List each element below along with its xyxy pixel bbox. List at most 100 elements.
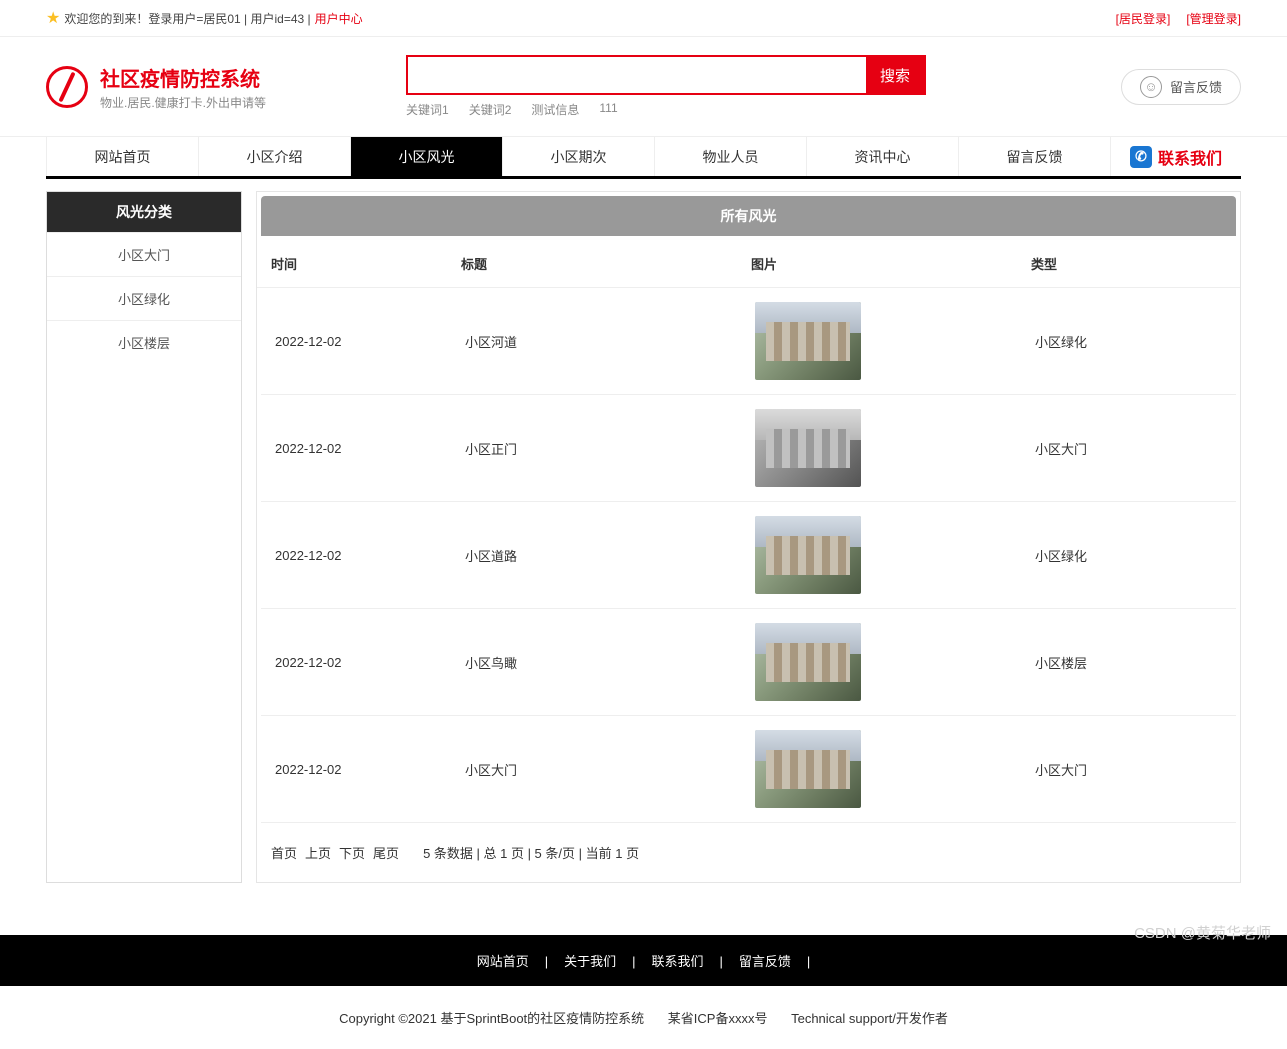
cell-type: 小区绿化 (1035, 546, 1222, 565)
cell-title[interactable]: 小区河道 (465, 332, 755, 351)
nav-item[interactable]: 小区介绍 (199, 137, 351, 176)
sidebar-item[interactable]: 小区绿化 (47, 276, 241, 320)
logo-area: 社区疫情防控系统 物业.居民.健康打卡.外出申请等 (46, 63, 406, 111)
keyword-item[interactable]: 111 (599, 101, 617, 118)
site-title: 社区疫情防控系统 (100, 63, 266, 92)
cell-image (755, 623, 1035, 701)
cell-title[interactable]: 小区道路 (465, 546, 755, 565)
sidebar-header: 风光分类 (47, 192, 241, 232)
cell-image (755, 302, 1035, 380)
page-first[interactable]: 首页 (271, 843, 297, 862)
pagination: 首页 上页 下页 尾页 5 条数据 | 总 1 页 | 5 条/页 | 当前 1… (257, 823, 1240, 862)
footer: 网站首页 | 关于我们 | 联系我们 | 留言反馈 | Copyright ©2021 基于S… (0, 935, 1287, 1049)
thumbnail-image[interactable] (755, 623, 861, 701)
logo-icon (46, 66, 88, 108)
thumbnail-image[interactable] (755, 409, 861, 487)
footer-link[interactable]: 网站首页 (477, 954, 529, 969)
nav-item[interactable]: 物业人员 (655, 137, 807, 176)
page-prev[interactable]: 上页 (305, 843, 331, 862)
page-last[interactable]: 尾页 (373, 843, 399, 862)
table-row: 2022-12-02小区河道 小区绿化 (261, 288, 1236, 395)
nav-item[interactable]: 网站首页 (46, 137, 199, 176)
footer-sep: | (537, 954, 556, 969)
keyword-item[interactable]: 关键词1 (406, 101, 449, 118)
cell-type: 小区大门 (1035, 760, 1222, 779)
nav-item[interactable]: 小区风光 (351, 137, 503, 176)
thumbnail-image[interactable] (755, 302, 861, 380)
nav-contact-label: 联系我们 (1158, 145, 1222, 169)
copyright-text: Copyright ©2021 基于SprintBoot的社区疫情防控系统 (339, 1011, 644, 1026)
content: 风光分类 小区大门小区绿化小区楼层 所有风光 时间 标题 图片 类型 2022-… (0, 179, 1287, 895)
sidebar-item[interactable]: 小区大门 (47, 232, 241, 276)
cell-type: 小区楼层 (1035, 653, 1222, 672)
footer-sep: | (799, 954, 818, 969)
cell-title[interactable]: 小区鸟瞰 (465, 653, 755, 672)
top-bar: ★ 欢迎您的到来！登录用户=居民01 | 用户id=43 | 用户中心 [居民登… (0, 0, 1287, 37)
nav-item[interactable]: 资讯中心 (807, 137, 959, 176)
main-nav: 网站首页小区介绍小区风光小区期次物业人员资讯中心留言反馈 ✆ 联系我们 (46, 137, 1241, 179)
keyword-item[interactable]: 关键词2 (469, 101, 512, 118)
search-keywords: 关键词1 关键词2 测试信息 111 (406, 101, 926, 118)
logo-text: 社区疫情防控系统 物业.居民.健康打卡.外出申请等 (100, 63, 266, 111)
cell-time: 2022-12-02 (275, 655, 465, 670)
nav-wrap: 网站首页小区介绍小区风光小区期次物业人员资讯中心留言反馈 ✆ 联系我们 (0, 136, 1287, 179)
footer-link[interactable]: 联系我们 (652, 954, 704, 969)
table-head: 时间 标题 图片 类型 (257, 240, 1240, 288)
cell-image (755, 516, 1035, 594)
col-title-header: 标题 (461, 254, 751, 273)
page-info: 5 条数据 | 总 1 页 | 5 条/页 | 当前 1 页 (423, 843, 639, 862)
footer-sep: | (712, 954, 731, 969)
cell-time: 2022-12-02 (275, 334, 465, 349)
table-row: 2022-12-02小区大门小区大门 (261, 716, 1236, 823)
nav-item[interactable]: 小区期次 (503, 137, 655, 176)
search-wrap: 搜索 关键词1 关键词2 测试信息 111 (406, 55, 926, 118)
search-box: 搜索 (406, 55, 926, 95)
welcome-text: 欢迎您的到来！登录用户=居民01 | 用户id=43 | (64, 10, 310, 27)
table-row: 2022-12-02小区正门 小区大门 (261, 395, 1236, 502)
cell-type: 小区绿化 (1035, 332, 1222, 351)
cell-time: 2022-12-02 (275, 441, 465, 456)
sidebar-item[interactable]: 小区楼层 (47, 320, 241, 364)
cell-time: 2022-12-02 (275, 548, 465, 563)
tech-support-text: Technical support/开发作者 (791, 1011, 948, 1026)
top-right: [居民登录] [管理登录] (1116, 10, 1241, 27)
cell-title[interactable]: 小区正门 (465, 439, 755, 458)
face-icon: ☺ (1140, 76, 1162, 98)
resident-login-link[interactable]: [居民登录] (1116, 10, 1171, 27)
page-next[interactable]: 下页 (339, 843, 365, 862)
nav-item[interactable]: 留言反馈 (959, 137, 1111, 176)
top-left: ★ 欢迎您的到来！登录用户=居民01 | 用户id=43 | 用户中心 (46, 8, 363, 28)
feedback-label: 留言反馈 (1170, 77, 1222, 96)
keyword-item[interactable]: 测试信息 (531, 101, 579, 118)
cell-time: 2022-12-02 (275, 762, 465, 777)
main-header: 所有风光 (261, 196, 1236, 236)
search-button[interactable]: 搜索 (866, 57, 924, 93)
main-panel: 所有风光 时间 标题 图片 类型 2022-12-02小区河道小区绿化2022-… (256, 191, 1241, 883)
user-center-link[interactable]: 用户中心 (315, 10, 363, 27)
cell-image (755, 730, 1035, 808)
cell-image (755, 409, 1035, 487)
star-icon: ★ (46, 8, 60, 28)
footer-copy: Copyright ©2021 基于SprintBoot的社区疫情防控系统 某省… (0, 986, 1287, 1049)
site-subtitle: 物业.居民.健康打卡.外出申请等 (100, 94, 266, 111)
col-image-header: 图片 (751, 254, 1031, 273)
col-type-header: 类型 (1031, 254, 1226, 273)
footer-sep: | (624, 954, 643, 969)
icp-text: 某省ICP备xxxx号 (668, 1011, 768, 1026)
phone-icon: ✆ (1130, 146, 1152, 168)
col-time-header: 时间 (271, 254, 461, 273)
search-input[interactable] (408, 57, 866, 93)
nav-contact[interactable]: ✆ 联系我们 (1111, 137, 1241, 176)
admin-login-link[interactable]: [管理登录] (1186, 10, 1241, 27)
footer-link[interactable]: 关于我们 (564, 954, 616, 969)
sidebar: 风光分类 小区大门小区绿化小区楼层 (46, 191, 242, 883)
footer-link[interactable]: 留言反馈 (739, 954, 791, 969)
feedback-button[interactable]: ☺ 留言反馈 (1121, 69, 1241, 105)
header: 社区疫情防控系统 物业.居民.健康打卡.外出申请等 搜索 关键词1 关键词2 测试信… (0, 37, 1287, 136)
table-row: 2022-12-02小区道路 小区绿化 (261, 502, 1236, 609)
cell-type: 小区大门 (1035, 439, 1222, 458)
table-row: 2022-12-02小区鸟瞰 小区楼层 (261, 609, 1236, 716)
thumbnail-image[interactable] (755, 516, 861, 594)
cell-title[interactable]: 小区大门 (465, 760, 755, 779)
thumbnail-image[interactable] (755, 730, 861, 808)
